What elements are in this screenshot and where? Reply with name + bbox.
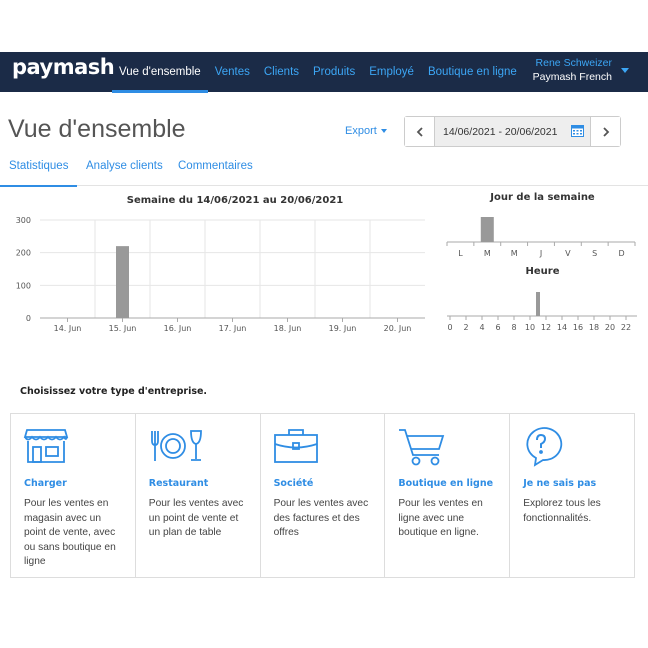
business-card-je-ne-sais-pas[interactable]: Je ne sais pas Explorez tous les fonctio… [510, 414, 634, 577]
business-card-description: Pour les ventes en ligne avec une boutiq… [398, 498, 483, 538]
briefcase-icon [273, 429, 318, 463]
question-bubble-icon [526, 427, 563, 467]
business-card-description: Pour les ventes en magasin avec un point… [24, 498, 116, 567]
nav-ventes[interactable]: Ventes [208, 52, 257, 92]
business-card-description: Pour les ventes avec un point de vente e… [148, 498, 244, 538]
x-tick-label: 19. Jun [329, 324, 357, 333]
x-tick-label: 2 [463, 323, 468, 332]
paymash-logo[interactable]: paymash [12, 55, 115, 79]
tab-analyse-clients[interactable]: Analyse clients [86, 150, 163, 186]
business-card-title: Je ne sais pas [523, 478, 597, 489]
business-card-title: Société [273, 478, 314, 489]
bar [536, 292, 540, 316]
x-tick-label: 16. Jun [164, 324, 192, 333]
shopping-cart-icon [399, 429, 445, 466]
date-range-field[interactable]: 14/06/2021 - 20/06/2021 [435, 117, 590, 146]
x-tick-label: J [539, 249, 542, 258]
next-week-button[interactable] [590, 117, 620, 146]
previous-week-button[interactable] [405, 117, 435, 146]
tab-bar: Statistiques Analyse clients Commentaire… [0, 150, 648, 187]
weekly-sales-chart: 0 100 200 300 14. Jun 15. Jun 16. Jun 17. Jun 18… [16, 216, 425, 333]
tab-commentaires[interactable]: Commentaires [178, 150, 253, 186]
chevron-down-icon[interactable] [621, 68, 629, 73]
nav-vue-d-ensemble[interactable]: Vue d'ensemble [112, 52, 208, 93]
nav-clients[interactable]: Clients [257, 52, 306, 92]
weekday-sales-chart: LMMJVSD [446, 217, 636, 258]
storefront-icon [23, 429, 69, 463]
cutlery-plate-glass-icon [150, 430, 202, 461]
business-card-societe[interactable]: Société Pour les ventes avec des facture… [261, 414, 386, 577]
x-tick-label: 8 [511, 323, 516, 332]
x-tick-label: 14. Jun [54, 324, 82, 333]
business-card-charger[interactable]: Charger Pour les ventes en magasin avec … [11, 414, 136, 577]
business-card-restaurant[interactable]: Restaurant Pour les ventes avec un point… [136, 414, 261, 577]
x-tick-label: 14 [557, 323, 567, 332]
nav-employe[interactable]: Employé [362, 52, 421, 92]
tab-statistiques[interactable]: Statistiques [0, 150, 78, 187]
y-tick-label: 0 [26, 314, 31, 323]
main-nav: Vue d'ensemble Ventes Clients Produits E… [112, 52, 524, 93]
date-range-value: 14/06/2021 - 20/06/2021 [443, 125, 558, 138]
x-tick-label: M [511, 249, 518, 258]
business-card-title: Charger [24, 478, 67, 489]
caret-down-icon [380, 129, 387, 134]
user-organization: Paymash French [532, 71, 612, 83]
bar [116, 246, 129, 318]
x-tick-label: 16 [573, 323, 583, 332]
x-tick-label: V [565, 249, 571, 258]
y-tick-label: 200 [16, 249, 31, 258]
x-tick-label: 10 [525, 323, 535, 332]
nav-boutique-en-ligne[interactable]: Boutique en ligne [421, 52, 524, 92]
nav-produits[interactable]: Produits [306, 52, 362, 92]
chevron-right-icon [602, 126, 609, 137]
x-tick-label: 4 [479, 323, 484, 332]
weekday-chart-title: Jour de la semaine [490, 192, 595, 203]
hour-chart-title: Heure [525, 266, 560, 277]
y-tick-label: 300 [16, 216, 31, 225]
x-tick-label: 20. Jun [384, 324, 412, 333]
x-tick-label: S [592, 249, 597, 258]
business-card-description: Pour les ventes avec des factures et des… [273, 498, 369, 538]
user-name: Rene Schweizer [535, 57, 612, 69]
x-tick-label: L [458, 249, 463, 258]
user-menu[interactable]: Rene Schweizer Paymash French [533, 56, 612, 84]
x-tick-label: 15. Jun [109, 324, 137, 333]
x-tick-label: 18. Jun [274, 324, 302, 333]
business-card-title: Boutique en ligne [398, 478, 494, 489]
x-tick-label: 6 [495, 323, 500, 332]
bar [480, 217, 494, 242]
y-tick-label: 100 [16, 281, 31, 290]
export-label: Export [345, 125, 377, 137]
export-dropdown[interactable]: Export [345, 125, 387, 137]
x-tick-label: M [484, 249, 491, 258]
calendar-icon[interactable] [571, 125, 584, 137]
business-card-title: Restaurant [148, 478, 209, 489]
top-navigation-bar: paymash Vue d'ensemble Ventes Clients Pr… [0, 52, 648, 93]
x-tick-label: 12 [541, 323, 551, 332]
chevron-left-icon [416, 126, 423, 137]
date-range-picker: 14/06/2021 - 20/06/2021 [404, 116, 621, 147]
business-card-description: Explorez tous les fonctionnalités. [523, 498, 601, 524]
x-tick-label: D [618, 249, 624, 258]
business-card-boutique-en-ligne[interactable]: Boutique en ligne Pour les ventes en lig… [385, 414, 511, 577]
x-tick-label: 0 [447, 323, 452, 332]
x-tick-label: 20 [605, 323, 615, 332]
page-title: Vue d'ensemble [8, 115, 186, 143]
business-type-heading: Choisissez votre type d'entreprise. [20, 386, 208, 397]
business-type-cards: Charger Pour les ventes en magasin avec … [10, 413, 635, 578]
x-tick-label: 18 [589, 323, 599, 332]
x-tick-label: 22 [621, 323, 631, 332]
hour-sales-chart: 0 2 4 6 8 10 12 14 16 18 20 22 [447, 292, 637, 332]
x-tick-label: 17. Jun [219, 324, 247, 333]
